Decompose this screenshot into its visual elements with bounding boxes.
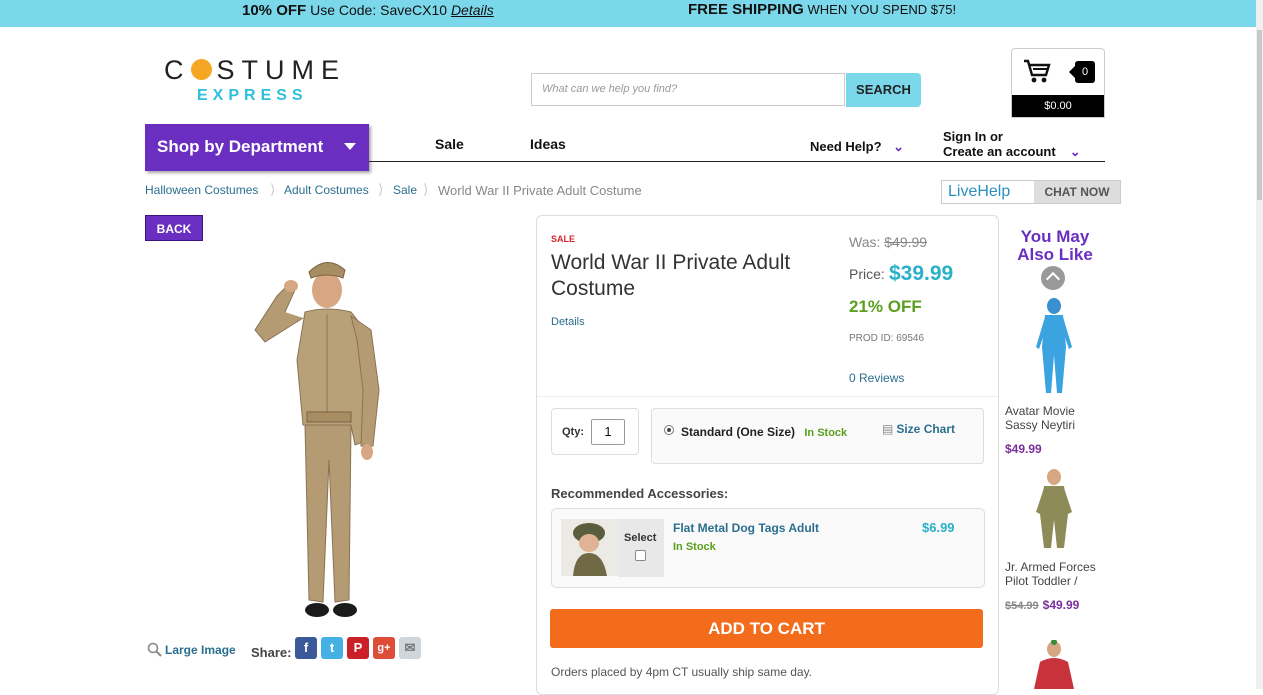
sign-in-label: Sign In or bbox=[943, 129, 1003, 144]
recommended-heading: Recommended Accessories: bbox=[551, 486, 729, 501]
pinterest-icon[interactable]: P bbox=[347, 637, 369, 659]
breadcrumb-current: World War II Private Adult Costume bbox=[438, 183, 642, 198]
recommended-item-name[interactable]: Jr. Armed Forces Pilot Toddler / bbox=[1005, 560, 1096, 588]
googleplus-icon[interactable]: g+ bbox=[373, 637, 395, 659]
item-name-line1: Jr. Armed Forces bbox=[1005, 560, 1096, 574]
panel-divider bbox=[537, 396, 998, 397]
item-name-line2: Pilot Toddler / bbox=[1005, 574, 1078, 588]
recommended-item-name[interactable]: Avatar Movie Sassy Neytiri bbox=[1005, 404, 1075, 432]
promo-shipping-text: WHEN YOU SPEND $75! bbox=[807, 2, 957, 17]
accessory-name-link[interactable]: Flat Metal Dog Tags Adult bbox=[673, 521, 819, 535]
promo-bar bbox=[0, 0, 1256, 27]
recommended-item-image[interactable] bbox=[1030, 297, 1078, 395]
was-price: Was: $49.99 bbox=[849, 234, 927, 250]
item-name-line1: Avatar Movie bbox=[1005, 404, 1075, 418]
price-value: $39.99 bbox=[889, 262, 954, 285]
nav-ideas-link[interactable]: Ideas bbox=[530, 136, 566, 152]
ruler-icon: ▤ bbox=[882, 422, 894, 436]
livehelp-label: LiveHelp bbox=[948, 183, 1011, 200]
sign-in-menu[interactable]: Sign In or Create an account ⌄ bbox=[943, 129, 1081, 159]
was-label: Was: bbox=[849, 234, 881, 250]
shipping-note: Orders placed by 4pm CT usually ship sam… bbox=[551, 665, 813, 679]
select-label: Select bbox=[624, 532, 657, 544]
accessory-checkbox[interactable] bbox=[635, 550, 646, 561]
yml-heading-line2: Also Like bbox=[1017, 245, 1093, 264]
need-help-label: Need Help? bbox=[810, 139, 882, 154]
product-title: World War II Private Adult Costume bbox=[551, 251, 791, 300]
was-value: $49.99 bbox=[884, 234, 928, 250]
promo-shipping: FREE SHIPPING WHEN YOU SPEND $75! bbox=[688, 1, 956, 18]
size-option[interactable]: Standard (One Size) In Stock bbox=[681, 425, 847, 439]
recommended-item-image[interactable] bbox=[1030, 468, 1078, 550]
reviews-link[interactable]: 0 Reviews bbox=[849, 371, 904, 385]
scrollbar-thumb[interactable] bbox=[1257, 30, 1262, 200]
chat-now-button[interactable]: CHAT NOW bbox=[1034, 181, 1120, 203]
accessory-image[interactable] bbox=[561, 519, 618, 576]
magnifier-icon bbox=[147, 642, 162, 657]
accessory-stock: In Stock bbox=[673, 541, 716, 553]
logo-letter: C bbox=[164, 55, 191, 85]
email-icon[interactable]: ✉ bbox=[399, 637, 421, 659]
size-radio[interactable] bbox=[664, 425, 674, 435]
yml-heading-line1: You May bbox=[1020, 227, 1090, 246]
add-to-cart-button[interactable]: ADD TO CART bbox=[550, 609, 983, 648]
item-name-line2: Sassy Neytiri bbox=[1005, 418, 1076, 432]
chevron-down-icon: ⌄ bbox=[893, 139, 905, 154]
promo-discount: 10% OFF Use Code: SaveCX10 Details bbox=[242, 2, 494, 19]
qty-label: Qty: bbox=[562, 426, 584, 438]
logo-letters: STUME bbox=[216, 55, 346, 85]
cart-count-badge: 0 bbox=[1069, 61, 1095, 83]
size-stock: In Stock bbox=[804, 427, 848, 439]
breadcrumb-sale[interactable]: Sale bbox=[393, 183, 417, 197]
shop-by-department-button[interactable]: Shop by Department bbox=[145, 124, 369, 171]
twitter-icon[interactable]: t bbox=[321, 637, 343, 659]
logo-subtitle: EXPRESS bbox=[197, 87, 308, 104]
product-image[interactable] bbox=[245, 250, 420, 628]
recommended-item-price: $54.99 $49.99 bbox=[1005, 598, 1079, 612]
breadcrumb-separator: ⟩ bbox=[378, 181, 384, 197]
promo-shipping-bold: FREE SHIPPING bbox=[688, 1, 804, 18]
chevron-down-icon bbox=[344, 143, 356, 150]
item-price: $49.99 bbox=[1042, 598, 1080, 612]
sale-tag: SALE bbox=[551, 234, 576, 244]
promo-discount-bold: 10% OFF bbox=[242, 2, 307, 19]
cart-total: $0.00 bbox=[1012, 95, 1104, 117]
share-label: Share: bbox=[251, 645, 292, 660]
back-button[interactable]: BACK bbox=[145, 215, 203, 241]
logo-smile-icon bbox=[190, 59, 212, 80]
discount-percent: 21% OFF bbox=[849, 297, 922, 316]
promo-discount-text: Use Code: SaveCX10 bbox=[310, 2, 448, 18]
item-old-price: $54.99 bbox=[1005, 600, 1039, 612]
recommended-item-price: $49.99 bbox=[1005, 442, 1042, 456]
search-button[interactable]: SEARCH bbox=[846, 73, 921, 107]
cart-icon bbox=[1024, 59, 1051, 83]
search-placeholder: What can we help you find? bbox=[542, 83, 678, 95]
department-label: Shop by Department bbox=[157, 137, 324, 156]
breadcrumb-halloween[interactable]: Halloween Costumes bbox=[145, 183, 258, 197]
size-chart-link[interactable]: ▤ Size Chart bbox=[882, 422, 955, 436]
nav-divider bbox=[369, 161, 1105, 162]
you-may-also-like-heading: You May Also Like bbox=[1005, 228, 1105, 264]
logo-wordmark[interactable]: C STUME bbox=[164, 55, 346, 86]
create-account-label: Create an account bbox=[943, 144, 1056, 159]
need-help-menu[interactable]: Need Help? ⌄ bbox=[810, 139, 904, 155]
nav-sale-link[interactable]: Sale bbox=[435, 136, 464, 152]
breadcrumb-adult[interactable]: Adult Costumes bbox=[284, 183, 369, 197]
recommended-item-image[interactable] bbox=[1032, 640, 1076, 689]
details-link[interactable]: Details bbox=[551, 316, 585, 328]
facebook-icon[interactable]: f bbox=[295, 637, 317, 659]
product-id: PROD ID: 69546 bbox=[849, 333, 925, 344]
large-image-link[interactable]: Large Image bbox=[165, 643, 236, 657]
breadcrumb-separator: ⟩ bbox=[270, 181, 276, 197]
size-chart-label: Size Chart bbox=[896, 422, 956, 436]
breadcrumb-separator: ⟩ bbox=[423, 181, 429, 197]
promo-details-link[interactable]: Details bbox=[451, 2, 494, 18]
chevron-up-icon[interactable] bbox=[1041, 266, 1065, 290]
accessory-select-area bbox=[618, 519, 664, 577]
size-label: Standard (One Size) bbox=[681, 425, 796, 439]
quantity-input[interactable]: 1 bbox=[591, 419, 625, 445]
price-label: Price: bbox=[849, 266, 885, 282]
accessory-price: $6.99 bbox=[922, 520, 955, 535]
chevron-down-icon: ⌄ bbox=[1069, 144, 1081, 159]
